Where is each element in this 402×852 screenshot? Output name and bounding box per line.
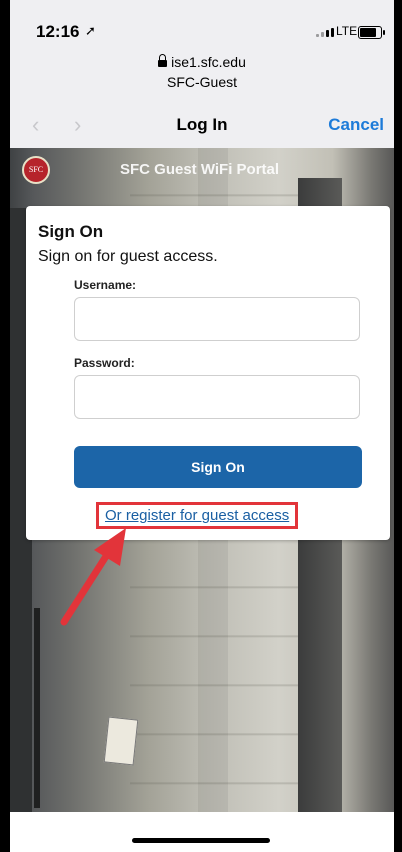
cancel-button[interactable]: Cancel bbox=[328, 115, 384, 135]
battery-icon bbox=[358, 26, 385, 39]
red-arrow-annotation bbox=[60, 528, 126, 626]
password-label: Password: bbox=[74, 356, 135, 370]
card-subtitle: Sign on for guest access. bbox=[38, 248, 218, 265]
sign-on-card: Sign On Sign on for guest access. Userna… bbox=[26, 206, 390, 540]
status-time: 12:16 bbox=[36, 22, 80, 41]
address-bar: ise1.sfc.edu SFC-Guest bbox=[10, 46, 394, 102]
username-field[interactable] bbox=[74, 297, 360, 341]
photo-iron-railing bbox=[34, 608, 110, 808]
network-type-label: LTE bbox=[336, 24, 358, 38]
username-label: Username: bbox=[74, 278, 137, 292]
portal-header: SFC SFC Guest WiFi Portal bbox=[10, 148, 394, 192]
lock-icon bbox=[158, 54, 168, 67]
domain-text: ise1.sfc.edu bbox=[171, 54, 246, 70]
domain-line: ise1.sfc.edu bbox=[10, 54, 394, 70]
bottom-safe-area bbox=[10, 812, 394, 852]
signal-strength-icon bbox=[316, 28, 334, 37]
portal-title: SFC Guest WiFi Portal bbox=[120, 161, 280, 178]
phone-screen: 12:16 ➚ LTE ise1.sfc.edu SFC-Guest ‹ › L… bbox=[10, 0, 394, 852]
location-arrow-icon: ➚ bbox=[85, 23, 96, 38]
sfc-seal-logo: SFC bbox=[22, 156, 50, 184]
card-title: Sign On bbox=[38, 222, 104, 241]
sign-on-button[interactable]: Sign On bbox=[74, 446, 362, 488]
network-name: SFC-Guest bbox=[166, 74, 237, 90]
navigation-bar: ‹ › Log In Cancel bbox=[10, 102, 394, 149]
photo-notice-sign bbox=[103, 716, 139, 766]
password-field[interactable] bbox=[74, 375, 360, 419]
home-indicator[interactable] bbox=[132, 838, 270, 843]
status-bar: 12:16 ➚ LTE bbox=[10, 0, 394, 46]
